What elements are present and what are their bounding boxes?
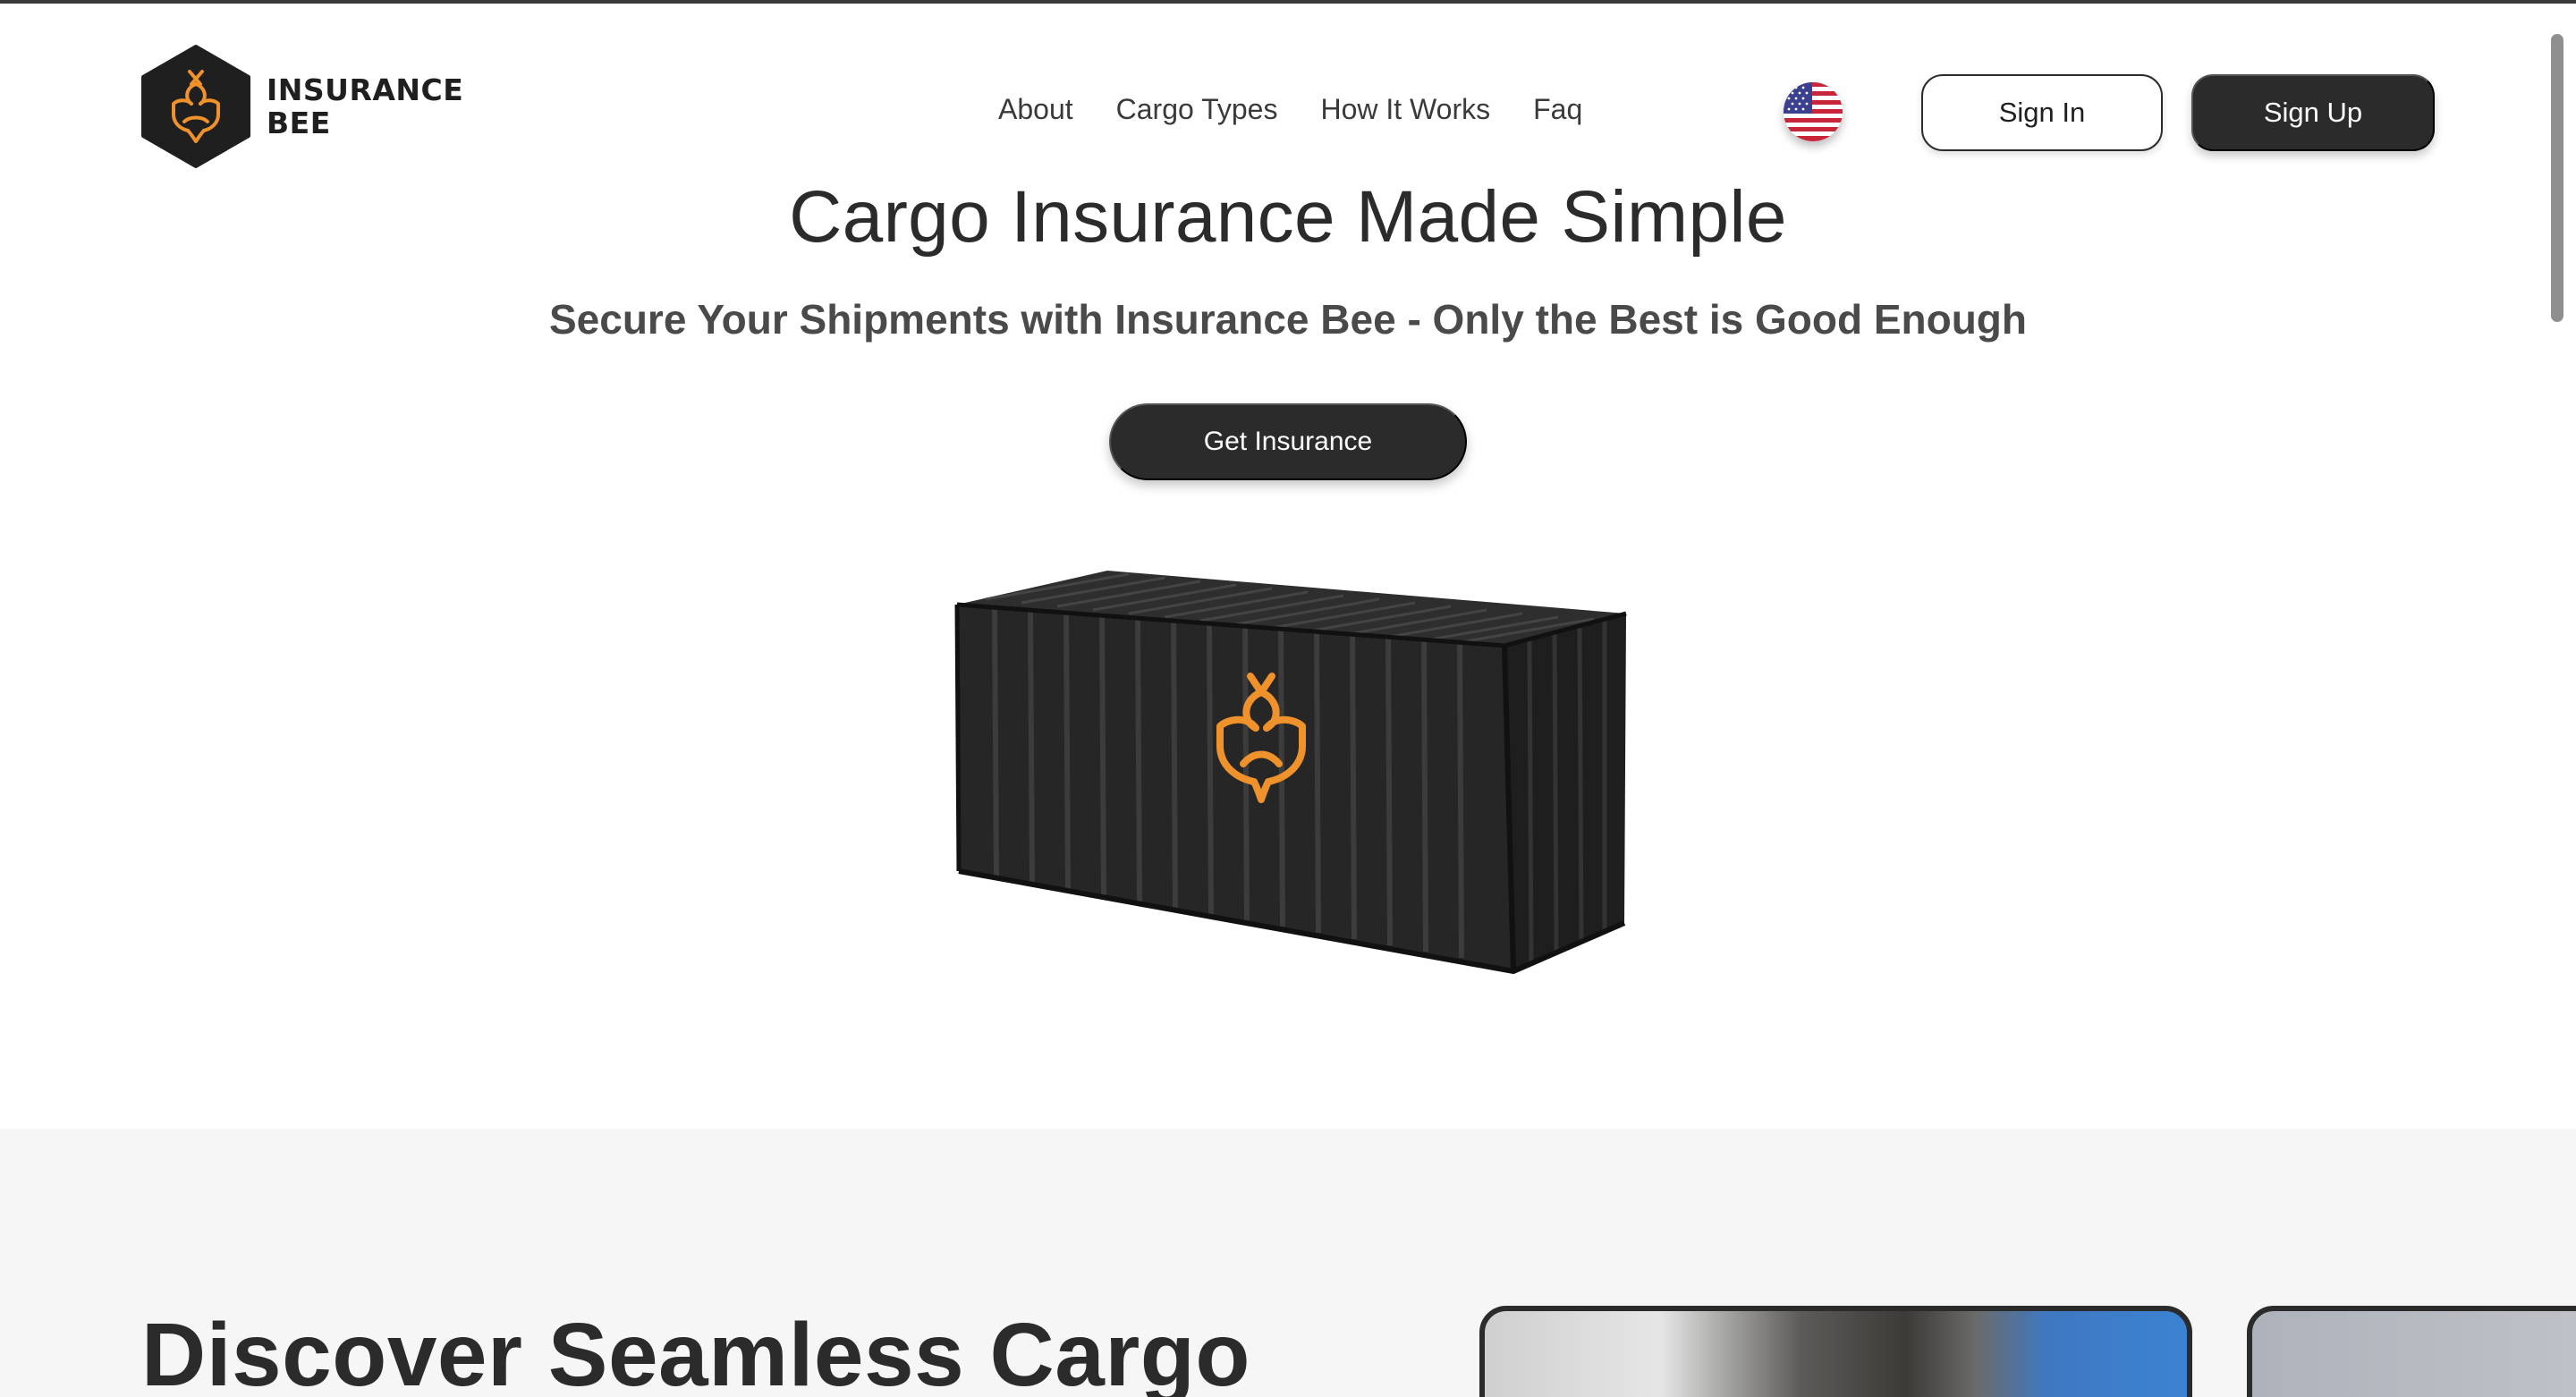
main-nav: About Cargo Types How It Works Faq xyxy=(998,93,1582,126)
hero-subtitle: Secure Your Shipments with Insurance Bee… xyxy=(548,296,2028,343)
page-scrollbar[interactable] xyxy=(2551,34,2563,322)
nav-item-faq[interactable]: Faq xyxy=(1533,93,1582,126)
get-insurance-button[interactable]: Get Insurance xyxy=(1109,403,1467,480)
sign-up-button[interactable]: Sign Up xyxy=(2191,74,2435,151)
nav-item-about[interactable]: About xyxy=(998,93,1073,126)
nav-item-cargo-types[interactable]: Cargo Types xyxy=(1116,93,1278,126)
shipping-container-image xyxy=(954,571,1627,975)
logo-wordmark: INSURANCE BEE xyxy=(267,73,463,140)
bee-hexagon-logo-icon xyxy=(141,45,250,168)
sign-in-button[interactable]: Sign In xyxy=(1921,74,2163,151)
hero-title: Cargo Insurance Made Simple xyxy=(789,176,1787,258)
site-logo[interactable]: INSURANCE BEE xyxy=(141,45,463,168)
logo-text-line1: INSURANCE xyxy=(267,72,464,107)
feature-card-image xyxy=(1479,1306,2192,1397)
logo-text-line2: BEE xyxy=(267,106,331,140)
nav-item-how-it-works[interactable]: How It Works xyxy=(1320,93,1490,126)
language-selector[interactable] xyxy=(1784,82,1843,141)
us-flag-icon xyxy=(1784,82,1843,141)
feature-card-image-2 xyxy=(2247,1306,2576,1397)
discover-heading: Discover Seamless Cargo xyxy=(141,1305,1250,1397)
window-top-border xyxy=(0,0,2576,4)
